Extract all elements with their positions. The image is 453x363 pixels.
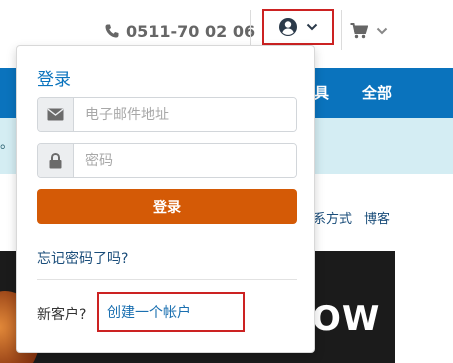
divider [250, 10, 251, 50]
nav-item-partial[interactable]: 具 [314, 82, 329, 103]
email-addon [38, 98, 74, 131]
hero-text: OW [312, 299, 381, 339]
cart-menu-button[interactable] [350, 18, 388, 44]
new-customer-label: 新客户? [37, 307, 87, 323]
blog-link[interactable]: 博客 [364, 208, 390, 227]
create-account-label: 创建一个帐户 [107, 305, 191, 321]
envelope-icon [47, 108, 64, 121]
login-title: 登录 [37, 70, 71, 90]
password-field[interactable] [37, 143, 297, 178]
cart-icon [350, 23, 368, 39]
account-menu-button[interactable] [262, 9, 334, 45]
password-input[interactable] [74, 144, 296, 177]
phone-icon [105, 24, 119, 38]
password-addon [38, 144, 74, 177]
email-input[interactable] [74, 98, 296, 131]
divider [37, 279, 297, 280]
login-dropdown: 登录 登录 忘记密码了吗? 新客户? 创建一个帐户 [16, 45, 315, 353]
phone-contact[interactable]: 0511-70 02 06 [104, 20, 255, 42]
phone-number: 0511-70 02 06 [126, 21, 256, 41]
chevron-down-icon [376, 27, 388, 35]
lock-icon [49, 152, 62, 168]
create-account-link[interactable]: 创建一个帐户 [97, 292, 245, 332]
alert-text: 。 [0, 136, 14, 152]
user-circle-icon [279, 18, 297, 36]
divider [341, 10, 342, 50]
nav-item-all[interactable]: 全部 [362, 82, 392, 103]
contact-link[interactable]: 系方式 [313, 208, 352, 227]
login-button[interactable]: 登录 [37, 189, 297, 224]
email-field[interactable] [37, 97, 297, 132]
forgot-password-link[interactable]: 忘记密码了吗? [37, 248, 128, 268]
chevron-down-icon [306, 23, 318, 31]
